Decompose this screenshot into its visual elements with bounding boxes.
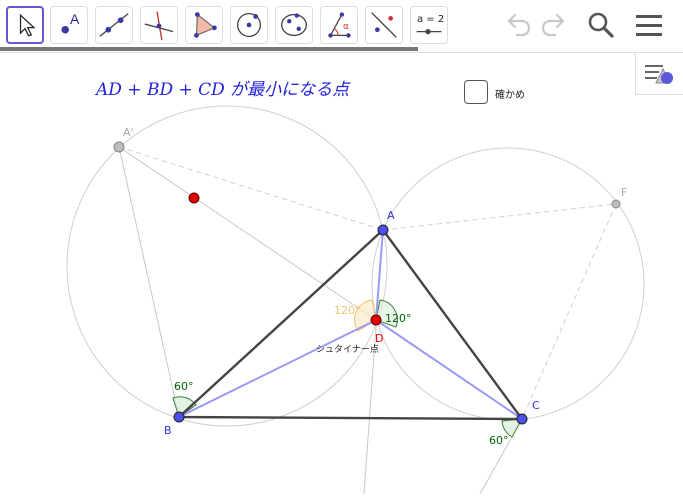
angle-tool-label: α	[343, 22, 349, 32]
point-a-prime[interactable]	[113, 141, 125, 153]
geometry-canvas[interactable]: A' F A B C D 120° 120° 60° 60° シュタイナー点	[0, 53, 683, 495]
undo-button[interactable]	[501, 8, 535, 42]
segment-b-d	[178, 319, 377, 418]
angle-label-120-green: 120°	[385, 312, 412, 325]
point-icon	[61, 25, 69, 34]
label-c: C	[532, 399, 540, 412]
angle-label-120-orange: 120°	[334, 304, 361, 317]
point-red-free[interactable]	[188, 192, 200, 204]
circumcircle-acf	[371, 147, 645, 421]
polygon-icon	[194, 12, 217, 38]
undo-icon	[507, 13, 531, 37]
menu-icon	[636, 15, 662, 36]
circumcircle-abc-prime	[66, 105, 388, 427]
conic-tool-button[interactable]	[275, 6, 313, 44]
style-bar-icon	[645, 65, 673, 84]
label-b: B	[164, 424, 172, 437]
redo-icon	[541, 13, 565, 37]
angle-label-60-b: 60°	[174, 380, 194, 393]
toolbar: A α a = 2	[0, 0, 683, 52]
label-f: F	[621, 186, 627, 199]
slider-icon	[416, 28, 442, 35]
polygon-tool-button[interactable]	[185, 6, 223, 44]
steiner-point-label: シュタイナー点	[316, 344, 379, 355]
perpendicular-line-icon	[144, 11, 174, 41]
label-a: A	[387, 209, 395, 222]
point-d[interactable]	[370, 314, 382, 326]
point-a[interactable]	[377, 224, 389, 236]
dashed-a-prime-a	[118, 146, 384, 231]
point-tool-label: A	[70, 11, 80, 27]
verify-checkbox[interactable]	[464, 80, 488, 104]
segment-c-d	[375, 319, 523, 420]
point-tool-button[interactable]: A	[50, 6, 88, 44]
dashed-a-f	[382, 203, 617, 231]
menu-button[interactable]	[632, 8, 666, 42]
line-a-prime-b	[118, 146, 180, 418]
point-f[interactable]	[611, 199, 621, 209]
graphics-view[interactable]: A' F A B C D 120° 120° 60° 60° シュタイナー点	[0, 53, 683, 495]
dashed-f-c	[521, 203, 617, 420]
angle-icon	[328, 12, 351, 38]
arrow-cursor-icon	[19, 13, 36, 37]
circle-icon	[236, 12, 262, 38]
search-icon	[588, 12, 614, 38]
redo-button[interactable]	[537, 8, 571, 42]
slider-tool-button[interactable]: a = 2	[410, 6, 448, 44]
slider-tool-label: a = 2	[417, 14, 445, 25]
line-icon	[99, 13, 129, 37]
point-c[interactable]	[516, 413, 528, 425]
search-button[interactable]	[584, 8, 618, 42]
toolbar-scroll-indicator	[0, 47, 418, 51]
circle-tool-button[interactable]	[230, 6, 268, 44]
label-a-prime: A'	[123, 126, 134, 139]
verify-checkbox-label: 確かめ	[495, 90, 525, 101]
perpendicular-line-tool-button[interactable]	[140, 6, 178, 44]
reflect-icon	[371, 12, 397, 38]
formula-text: AD + BD + CD が最小になる点	[96, 80, 350, 100]
reflect-tool-button[interactable]	[365, 6, 403, 44]
label-d: D	[375, 332, 383, 345]
angle-tool-button[interactable]: α	[320, 6, 358, 44]
point-b[interactable]	[173, 411, 185, 423]
ellipse-icon	[281, 13, 307, 37]
line-a-prime-d	[118, 146, 377, 321]
move-tool-button[interactable]	[6, 6, 44, 44]
line-tool-button[interactable]	[95, 6, 133, 44]
style-bar-toggle-button[interactable]	[635, 53, 683, 95]
angle-label-60-c: 60°	[489, 434, 509, 447]
